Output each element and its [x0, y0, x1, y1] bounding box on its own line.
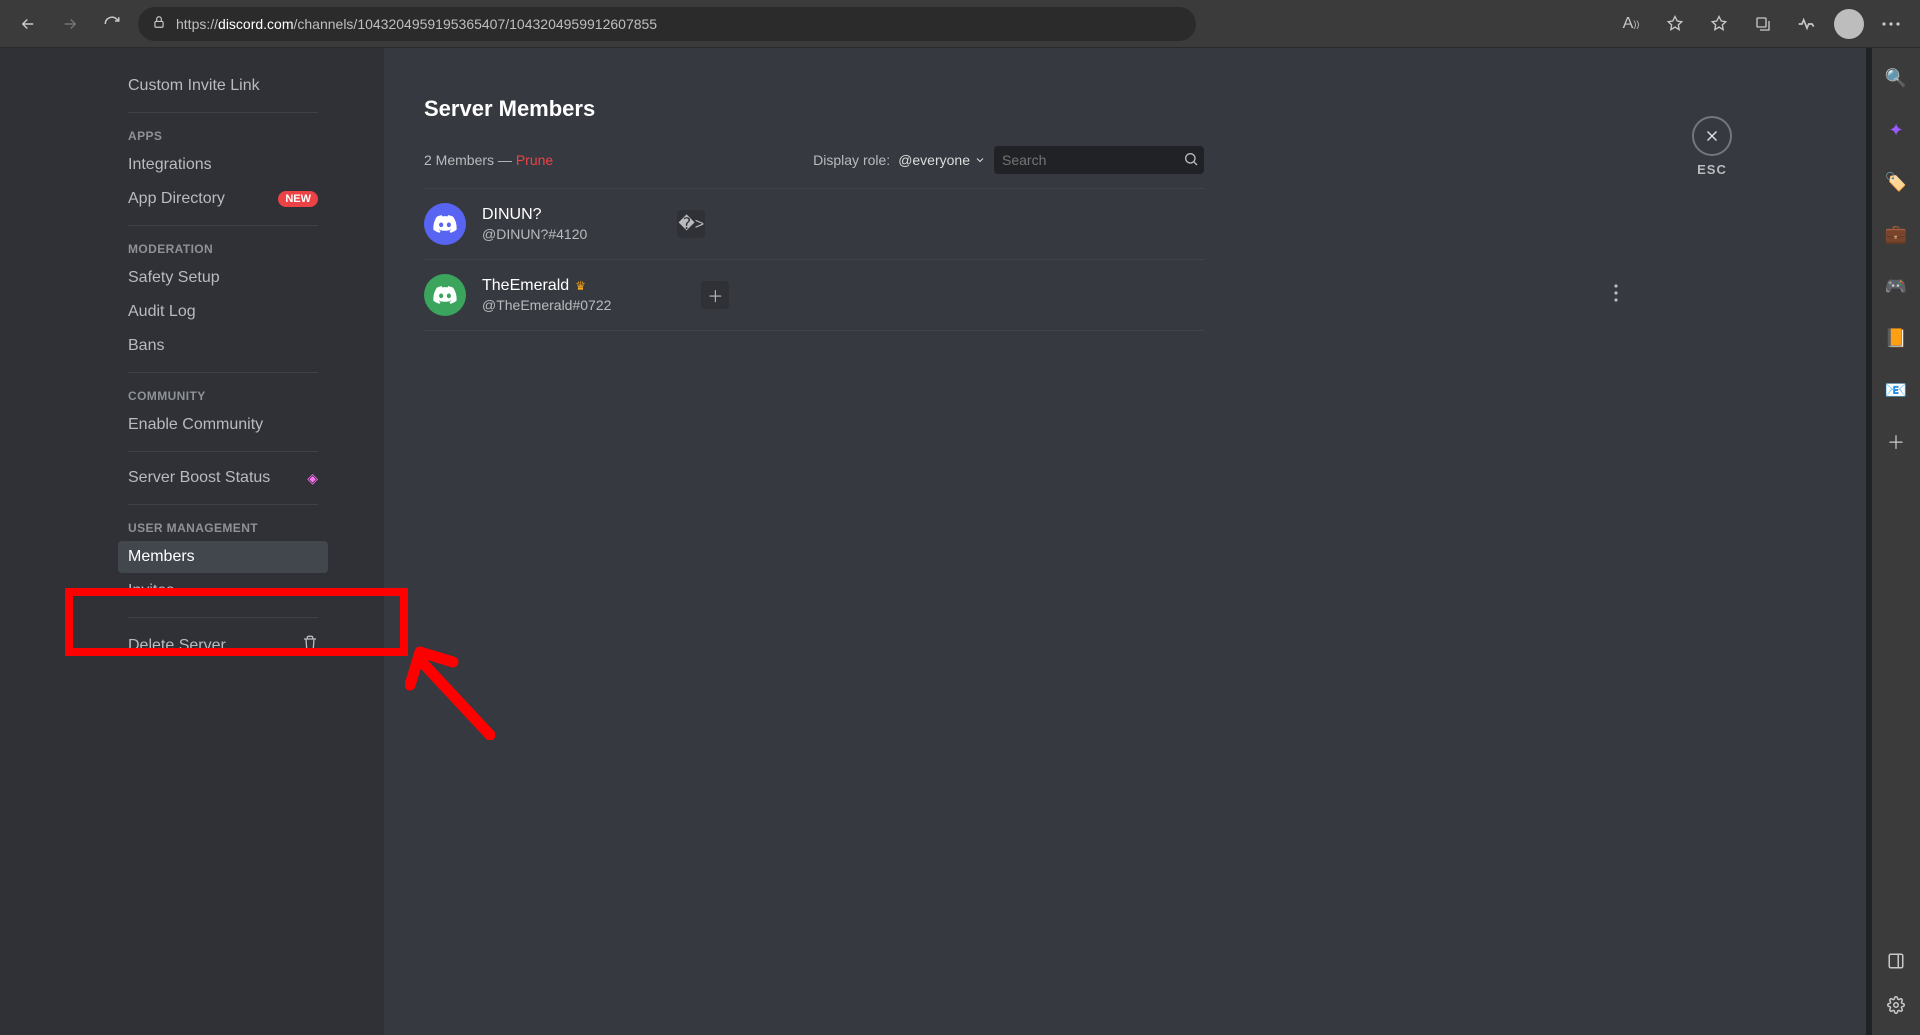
more-icon[interactable]: [1874, 7, 1908, 41]
divider: [128, 451, 318, 452]
label: Bans: [128, 337, 164, 355]
member-name: DINUN?: [482, 206, 587, 224]
members-toolbar: 2 Members — Prune Display role: @everyon…: [424, 146, 1204, 174]
divider: [128, 112, 318, 113]
outlook-icon[interactable]: 📧: [1884, 378, 1908, 402]
url-text: https://discord.com/channels/10432049591…: [176, 16, 657, 32]
avatar: [424, 203, 466, 245]
avatar: [424, 274, 466, 316]
plus-icon[interactable]: ＋: [1884, 430, 1908, 454]
close-icon: [1703, 127, 1721, 145]
favorites-icon[interactable]: [1702, 7, 1736, 41]
sidebar-section-user-mgmt: USER MANAGEMENT: [118, 515, 328, 539]
sidebar-item-delete-server[interactable]: Delete Server: [118, 628, 328, 663]
profile-avatar[interactable]: [1834, 9, 1864, 39]
performance-icon[interactable]: [1790, 7, 1824, 41]
chevron-down-icon: [974, 154, 986, 166]
refresh-button[interactable]: [96, 8, 128, 40]
games-icon[interactable]: 🎮: [1884, 274, 1908, 298]
forward-button[interactable]: [54, 8, 86, 40]
display-role-label: Display role:: [813, 152, 890, 168]
label: Custom Invite Link: [128, 77, 260, 95]
member-count: 2 Members — Prune: [424, 152, 553, 168]
address-bar[interactable]: https://discord.com/channels/10432049591…: [138, 7, 1196, 41]
sidebar-section-moderation: MODERATION: [118, 236, 328, 260]
boost-gem-icon: ◈: [307, 470, 318, 487]
divider: [128, 504, 318, 505]
sidebar-item-app-directory[interactable]: App Directory NEW: [118, 183, 328, 215]
briefcase-icon[interactable]: 💼: [1884, 222, 1908, 246]
divider: [128, 372, 318, 373]
label: Server Boost Status: [128, 469, 270, 487]
sparkle-icon[interactable]: ✦: [1884, 118, 1908, 142]
divider: [128, 225, 318, 226]
discord-logo-icon: [433, 215, 457, 233]
page-title: Server Members: [424, 96, 1204, 122]
discord-logo-icon: [433, 286, 457, 304]
shopping-icon[interactable]: [1658, 7, 1692, 41]
office-icon[interactable]: 📙: [1884, 326, 1908, 350]
search-input[interactable]: [1002, 152, 1183, 168]
divider: [128, 617, 318, 618]
label: Integrations: [128, 156, 212, 174]
close-button[interactable]: [1692, 116, 1732, 156]
sidebar-section-apps: APPS: [118, 123, 328, 147]
add-role-button[interactable]: �>: [677, 210, 705, 238]
sidebar-item-members[interactable]: Members: [118, 541, 328, 573]
discord-app: Custom Invite Link APPS Integrations App…: [0, 48, 1872, 1035]
sidebar-section-community: COMMUNITY: [118, 383, 328, 407]
member-tag: @TheEmerald#0722: [482, 297, 611, 313]
browser-toolbar: https://discord.com/channels/10432049591…: [0, 0, 1920, 48]
label: Enable Community: [128, 416, 263, 434]
panel-toggle-icon[interactable]: [1884, 949, 1908, 973]
row-more-icon[interactable]: [1614, 284, 1618, 307]
member-row[interactable]: TheEmerald ♛ @TheEmerald#0722 ＋: [424, 259, 1204, 331]
add-role-button[interactable]: ＋: [701, 281, 729, 309]
role-selector[interactable]: @everyone: [898, 152, 986, 168]
content-area: Server Members 2 Members — Prune Display…: [384, 48, 1872, 1035]
sidebar-item-enable-community[interactable]: Enable Community: [118, 409, 328, 441]
label: Safety Setup: [128, 269, 220, 287]
close-settings: ESC: [1692, 116, 1732, 177]
sidebar-item-bans[interactable]: Bans: [118, 330, 328, 362]
member-name: TheEmerald ♛: [482, 277, 611, 295]
sidebar-item-audit-log[interactable]: Audit Log: [118, 296, 328, 328]
search-icon: [1183, 151, 1199, 170]
settings-sidebar: Custom Invite Link APPS Integrations App…: [0, 48, 384, 1035]
new-badge: NEW: [278, 191, 318, 207]
crown-icon: ♛: [575, 279, 586, 293]
collections-icon[interactable]: [1746, 7, 1780, 41]
sidebar-item-custom-invite[interactable]: Custom Invite Link: [118, 70, 328, 102]
edge-sidebar: 🔍 ✦ 🏷️ 💼 🎮 📙 📧 ＋: [1872, 48, 1920, 1035]
trash-icon: [302, 635, 318, 656]
member-list: DINUN? @DINUN?#4120 �> TheEmerald ♛: [424, 188, 1204, 331]
member-row[interactable]: DINUN? @DINUN?#4120 �>: [424, 188, 1204, 259]
member-tag: @DINUN?#4120: [482, 226, 587, 242]
sidebar-item-integrations[interactable]: Integrations: [118, 149, 328, 181]
tag-icon[interactable]: 🏷️: [1884, 170, 1908, 194]
back-button[interactable]: [12, 8, 44, 40]
label: Members: [128, 548, 195, 566]
label: App Directory: [128, 190, 225, 208]
prune-link[interactable]: Prune: [516, 152, 553, 168]
read-aloud-icon[interactable]: A)): [1614, 7, 1648, 41]
sidebar-item-safety-setup[interactable]: Safety Setup: [118, 262, 328, 294]
sidebar-item-boost-status[interactable]: Server Boost Status ◈: [118, 462, 328, 494]
label: Delete Server: [128, 637, 226, 655]
member-search[interactable]: [994, 146, 1204, 174]
search-icon[interactable]: 🔍: [1884, 66, 1908, 90]
label: Invites: [128, 582, 174, 600]
lock-icon: [152, 15, 166, 32]
sidebar-item-invites[interactable]: Invites: [118, 575, 328, 607]
settings-icon[interactable]: [1884, 993, 1908, 1017]
label: Audit Log: [128, 303, 196, 321]
esc-label: ESC: [1692, 162, 1732, 177]
